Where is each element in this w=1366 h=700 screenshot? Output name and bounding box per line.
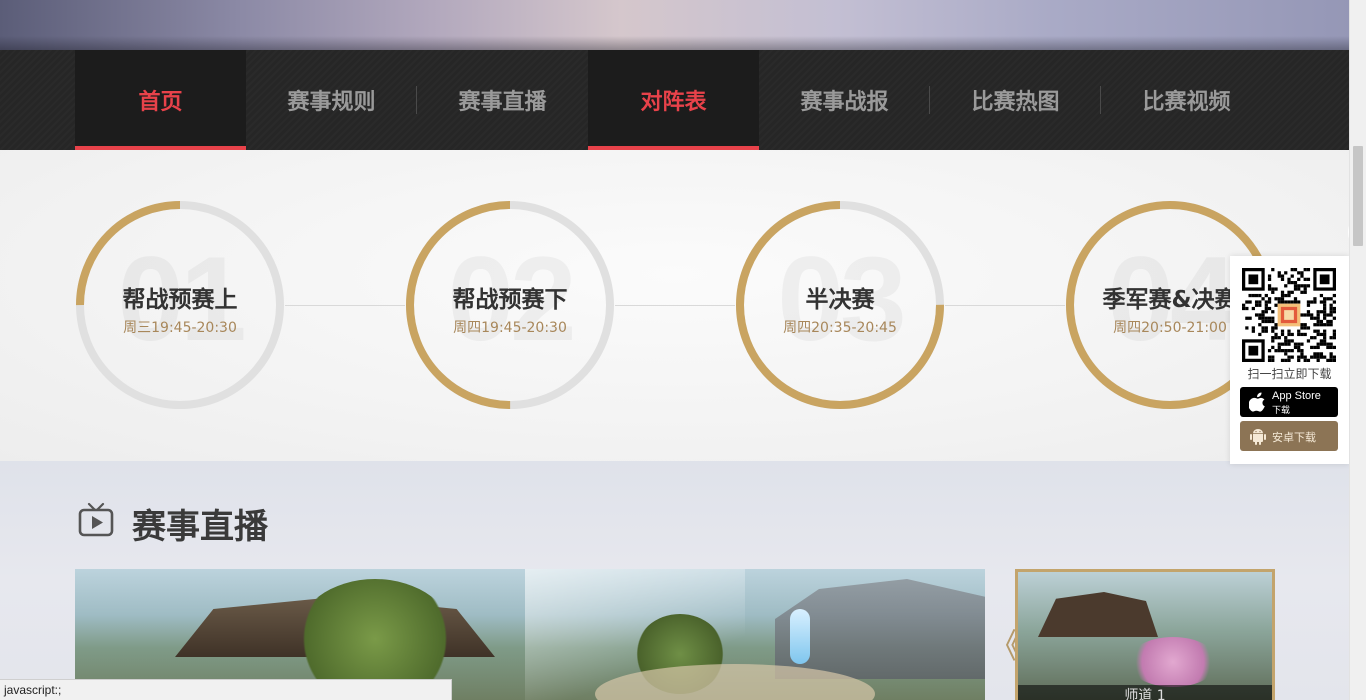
main-nav: 首页 赛事规则 赛事直播 对阵表 赛事战报 比赛热图 比赛视频	[0, 50, 1350, 150]
stage-title: 半决赛	[805, 287, 875, 313]
tv-icon	[78, 502, 114, 537]
top-banner-image	[0, 0, 1350, 50]
app-store-sub-label: 下载	[1272, 406, 1291, 416]
nav-item-label: 赛事战报	[800, 90, 889, 115]
app-store-label: App Store	[1272, 390, 1321, 402]
live-section: 赛事直播 《 师道 1	[0, 461, 1350, 700]
scrollbar-thumb[interactable]	[1353, 146, 1363, 246]
page: 首页赛事规则赛事直播对阵表赛事战报比赛热图比赛视频 01帮战预赛上周三19:45…	[0, 0, 1366, 700]
stage-title: 帮战预赛下	[452, 287, 568, 313]
stage-time: 周三19:45-20:30	[123, 320, 237, 336]
stage-time: 周四20:35-20:45	[783, 320, 897, 336]
nav-item-label: 首页	[138, 90, 183, 115]
nav-items: 首页 赛事规则 赛事直播 对阵表 赛事战报 比赛热图 比赛视频	[75, 50, 1275, 150]
nav-item-label: 比赛热图	[971, 90, 1060, 115]
nav-item[interactable]: 对阵表	[588, 50, 759, 150]
chevron-left-icon[interactable]: 《	[988, 627, 1022, 667]
download-panel: 扫一扫立即下载 App Store 下载 安卓下载	[1230, 256, 1349, 464]
nav-item[interactable]: 比赛视频	[1101, 50, 1272, 150]
nav-item-label: 赛事直播	[458, 90, 547, 115]
qr-caption: 扫一扫立即下载	[1247, 367, 1332, 381]
page-scrollbar[interactable]	[1349, 0, 1366, 700]
nav-item[interactable]: 首页	[75, 50, 246, 150]
browser-status-bar: javascript:;	[0, 679, 452, 700]
nav-item[interactable]: 赛事直播	[417, 50, 588, 150]
nav-item-label: 对阵表	[640, 90, 707, 115]
stage-time: 周四19:45-20:30	[453, 320, 567, 336]
android-download-button[interactable]: 安卓下载	[1240, 421, 1338, 451]
schedule-section: 01帮战预赛上周三19:45-20:3002帮战预赛下周四19:45-20:30…	[0, 150, 1350, 461]
stage-card: 03半决赛周四20:35-20:45	[735, 200, 945, 410]
nav-item[interactable]: 比赛热图	[930, 50, 1101, 150]
qr-code-icon	[1242, 268, 1336, 362]
stage-card: 02帮战预赛下周四19:45-20:30	[405, 200, 615, 410]
stage-card: 01帮战预赛上周三19:45-20:30	[75, 200, 285, 410]
nav-item[interactable]: 赛事战报	[759, 50, 930, 150]
app-store-button[interactable]: App Store 下载	[1240, 387, 1338, 417]
video-thumbnail[interactable]: 师道 1	[1015, 569, 1275, 700]
thumbnail-caption: 师道 1	[1018, 685, 1272, 700]
nav-item-label: 赛事规则	[287, 90, 376, 115]
nav-item[interactable]: 赛事规则	[246, 50, 417, 150]
stage-title: 帮战预赛上	[122, 287, 238, 313]
section-title: 赛事直播	[132, 507, 268, 547]
apple-icon	[1249, 392, 1265, 412]
nav-item-label: 比赛视频	[1142, 90, 1231, 115]
android-download-label: 安卓下载	[1272, 431, 1316, 444]
android-icon	[1250, 429, 1266, 445]
